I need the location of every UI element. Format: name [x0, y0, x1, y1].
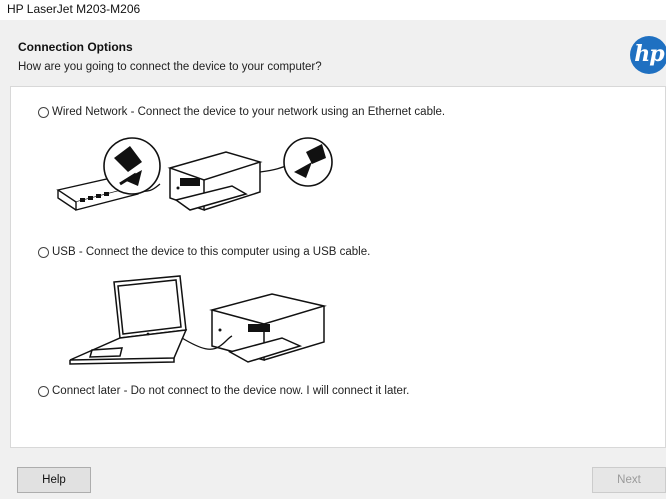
option-connect-later[interactable]: Connect later - Do not connect to the de… — [38, 385, 409, 397]
help-button[interactable]: Help — [17, 467, 91, 493]
header: Connection Options How are you going to … — [10, 28, 666, 78]
usb-label: USB - Connect the device to this compute… — [52, 246, 371, 258]
page-title: Connection Options — [18, 40, 133, 54]
option-wired-network[interactable]: Wired Network - Connect the device to yo… — [38, 106, 445, 118]
wired-network-radio[interactable] — [38, 106, 49, 118]
wired-network-illustration — [56, 137, 333, 212]
page-subtitle: How are you going to connect the device … — [18, 61, 322, 73]
next-button[interactable]: Next — [592, 467, 666, 493]
hp-logo: hp — [630, 36, 666, 74]
connect-later-radio[interactable] — [38, 385, 49, 397]
connect-later-label: Connect later - Do not connect to the de… — [52, 385, 410, 397]
wired-network-label: Wired Network - Connect the device to yo… — [52, 106, 446, 118]
window-title: HP LaserJet M203-M206 — [0, 0, 666, 20]
option-usb[interactable]: USB - Connect the device to this compute… — [38, 246, 370, 258]
usb-illustration — [69, 275, 327, 365]
usb-radio[interactable] — [38, 246, 49, 258]
